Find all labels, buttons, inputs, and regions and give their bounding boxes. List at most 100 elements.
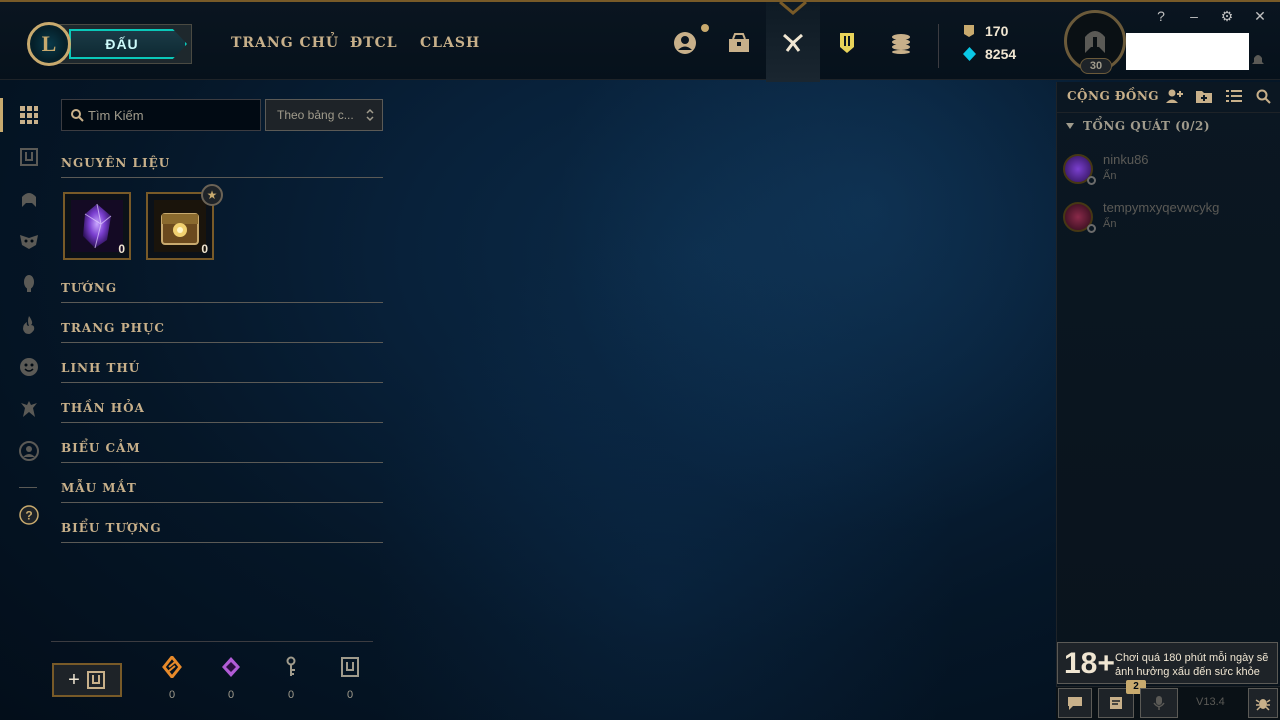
sort-arrows-icon bbox=[366, 108, 374, 122]
section-emotes[interactable]: BIỂU CẢM bbox=[61, 441, 383, 463]
sort-dropdown[interactable]: Theo bảng c... bbox=[265, 99, 383, 131]
tactician-icon[interactable] bbox=[18, 398, 40, 420]
section-skins[interactable]: TRANG PHỤC bbox=[61, 321, 383, 343]
search-icon bbox=[71, 109, 84, 122]
chat-button[interactable] bbox=[1058, 688, 1092, 718]
be-amount[interactable]: 8254 bbox=[985, 46, 1016, 62]
profile-icon[interactable] bbox=[18, 440, 40, 462]
nav-clash[interactable]: CLASH bbox=[420, 35, 480, 51]
chest-resource-value: 0 bbox=[346, 689, 354, 701]
list-view-icon[interactable] bbox=[1225, 88, 1245, 106]
friend-status: Ẩn bbox=[1103, 218, 1117, 230]
blue-essence-icon bbox=[963, 47, 976, 61]
nav-tft[interactable]: ĐTCL bbox=[350, 35, 398, 51]
social-divider bbox=[1057, 112, 1280, 113]
friend-status: Ẩn bbox=[1103, 170, 1117, 182]
age-warning: 18+ Chơi quá 180 phút mỗi ngày sẽ ảnh hư… bbox=[1057, 642, 1278, 684]
rp-icon bbox=[964, 25, 974, 37]
emote-face-icon[interactable] bbox=[18, 356, 40, 378]
client-window: ĐẤU L TRANG CHỦ ĐTCL CLASH 170 8254 30 ?… bbox=[0, 0, 1280, 720]
settings-button[interactable]: ⚙ bbox=[1217, 8, 1237, 25]
section-champions[interactable]: TƯỚNG bbox=[61, 281, 383, 303]
microphone-icon bbox=[1153, 696, 1165, 710]
emote-fire-icon[interactable] bbox=[18, 314, 40, 336]
friend-row[interactable]: ninku86 Ẩn bbox=[1063, 152, 1273, 192]
item-gemstone[interactable]: 0 bbox=[63, 192, 131, 260]
notification-dot bbox=[701, 24, 709, 32]
collapse-arrow-icon[interactable] bbox=[1066, 123, 1074, 129]
skin-icon[interactable] bbox=[18, 230, 40, 252]
close-button[interactable]: ✕ bbox=[1250, 8, 1270, 25]
section-companions[interactable]: LINH THÚ bbox=[61, 361, 383, 383]
rp-amount[interactable]: 170 bbox=[985, 23, 1008, 39]
star-icon: ★ bbox=[201, 184, 223, 206]
bug-icon bbox=[1255, 699, 1271, 711]
key-fragment-value: 0 bbox=[287, 689, 295, 701]
chest-icon bbox=[86, 671, 105, 689]
section-chromas[interactable]: MẪU MẮT bbox=[61, 481, 383, 503]
section-ward[interactable]: THẦN HỎA bbox=[61, 401, 383, 423]
collection-icon[interactable] bbox=[726, 30, 752, 56]
minimize-button[interactable]: – bbox=[1184, 8, 1204, 24]
missions-icon bbox=[1110, 697, 1122, 709]
voice-button[interactable] bbox=[1140, 688, 1178, 718]
search-input[interactable] bbox=[88, 100, 258, 130]
help-button[interactable]: ? bbox=[1151, 8, 1171, 24]
gemstone-icon bbox=[71, 200, 123, 252]
section-icons[interactable]: BIỂU TƯỢNG bbox=[61, 521, 383, 543]
key-fragment-icon bbox=[286, 656, 296, 676]
orange-essence-icon bbox=[162, 656, 182, 678]
league-logo[interactable]: L bbox=[27, 22, 71, 66]
orange-essence-value: 0 bbox=[168, 689, 176, 701]
bug-report-button[interactable] bbox=[1248, 688, 1278, 718]
section-materials[interactable]: NGUYÊN LIỆU bbox=[61, 156, 383, 178]
client-version: V13.4 bbox=[1196, 696, 1225, 708]
craft-key-button[interactable]: + bbox=[52, 663, 122, 697]
active-indicator bbox=[0, 98, 3, 132]
item-count: 0 bbox=[118, 242, 125, 256]
bottom-divider bbox=[51, 641, 373, 642]
mythic-essence-icon bbox=[222, 657, 240, 677]
level-badge: 30 bbox=[1080, 58, 1112, 74]
health-warning-text: Chơi quá 180 phút mỗi ngày sẽ ảnh hưởng … bbox=[1115, 652, 1269, 678]
key-fragment: 0 bbox=[276, 656, 306, 701]
chest-resource: 0 bbox=[335, 656, 365, 701]
champion-icon[interactable] bbox=[18, 188, 40, 210]
summoner-name-redacted bbox=[1126, 33, 1249, 70]
add-friend-icon[interactable] bbox=[1165, 88, 1185, 106]
chat-icon bbox=[1068, 697, 1082, 710]
nav-separator bbox=[19, 487, 37, 488]
grid-icon[interactable] bbox=[18, 104, 40, 126]
loot-category-nav: ? bbox=[0, 82, 56, 720]
plus-icon: + bbox=[68, 668, 80, 691]
top-bar: ĐẤU L TRANG CHỦ ĐTCL CLASH 170 8254 30 ?… bbox=[0, 0, 1280, 82]
mythic-essence-value: 0 bbox=[227, 689, 235, 701]
top-divider bbox=[938, 24, 939, 68]
age-rating: 18+ bbox=[1064, 647, 1115, 680]
mythic-essence: 0 bbox=[216, 656, 246, 701]
play-button-frame[interactable]: ĐẤU bbox=[58, 24, 192, 64]
friend-group-header[interactable]: TỔNG QUÁT (0/2) bbox=[1083, 119, 1210, 133]
social-panel: CỘNG ĐỒNG TỔNG QUÁT (0/2) ninku86 Ẩn tem… bbox=[1056, 82, 1280, 720]
chest-icon[interactable] bbox=[18, 146, 40, 168]
friend-row[interactable]: tempymxyqevwcykg Ẩn bbox=[1063, 200, 1273, 240]
chest-resource-icon bbox=[341, 657, 359, 677]
search-box[interactable] bbox=[61, 99, 261, 131]
chevron-down-icon bbox=[779, 0, 807, 15]
help-icon[interactable]: ? bbox=[18, 504, 40, 526]
bell-icon[interactable] bbox=[1252, 52, 1264, 66]
friend-name: tempymxyqevwcykg bbox=[1103, 200, 1220, 215]
friend-name: ninku86 bbox=[1103, 152, 1149, 167]
ward-icon[interactable] bbox=[18, 272, 40, 294]
item-count: 0 bbox=[201, 242, 208, 256]
loot-icon[interactable] bbox=[780, 30, 806, 56]
search-icon[interactable] bbox=[1255, 88, 1275, 106]
sort-label: Theo bảng c... bbox=[277, 108, 354, 122]
play-button[interactable]: ĐẤU bbox=[69, 29, 187, 59]
store-icon[interactable] bbox=[888, 30, 914, 56]
status-dot bbox=[1087, 176, 1096, 185]
profile-icon[interactable] bbox=[672, 30, 698, 56]
tft-icon[interactable] bbox=[834, 30, 860, 56]
add-folder-icon[interactable] bbox=[1195, 88, 1215, 106]
nav-home[interactable]: TRANG CHỦ bbox=[231, 35, 339, 51]
